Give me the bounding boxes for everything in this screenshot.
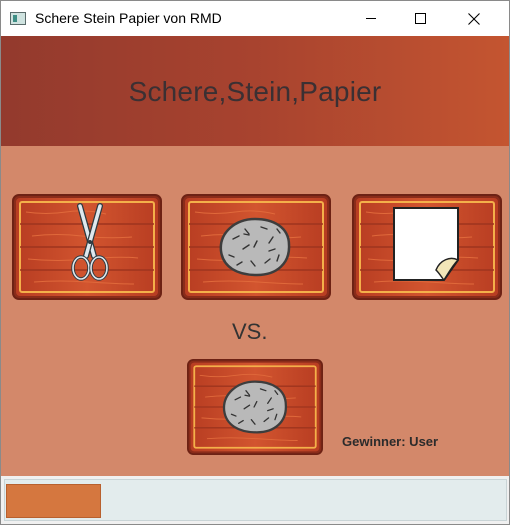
app-window-icon (10, 12, 26, 25)
rock-icon (219, 217, 291, 277)
progress-fill (6, 484, 101, 518)
progress-bar (4, 479, 507, 521)
maximize-icon (414, 13, 426, 24)
close-icon (468, 12, 480, 25)
status-area (1, 476, 509, 524)
maximize-button[interactable] (397, 1, 443, 36)
computer-choice-display (187, 359, 323, 455)
winner-label: Gewinner: User (342, 434, 439, 449)
title-bar[interactable]: Schere Stein Papier von RMD (1, 1, 509, 36)
game-title: Schere,Stein,Papier (128, 76, 382, 107)
minimize-button[interactable] (348, 1, 394, 36)
paper-icon (393, 207, 460, 282)
versus-label: VS. (232, 319, 268, 344)
rock-icon (222, 380, 288, 434)
app-window: Schere Stein Papier von RMD Schere,Stein… (0, 0, 510, 525)
choice-stein-button[interactable] (181, 194, 331, 300)
choice-papier-button[interactable] (352, 194, 502, 300)
choice-schere-button[interactable] (12, 194, 162, 300)
close-button[interactable] (451, 1, 497, 36)
header-banner: Schere,Stein,Papier (1, 36, 509, 146)
minimize-icon (366, 18, 376, 19)
window-title: Schere Stein Papier von RMD (35, 10, 222, 26)
